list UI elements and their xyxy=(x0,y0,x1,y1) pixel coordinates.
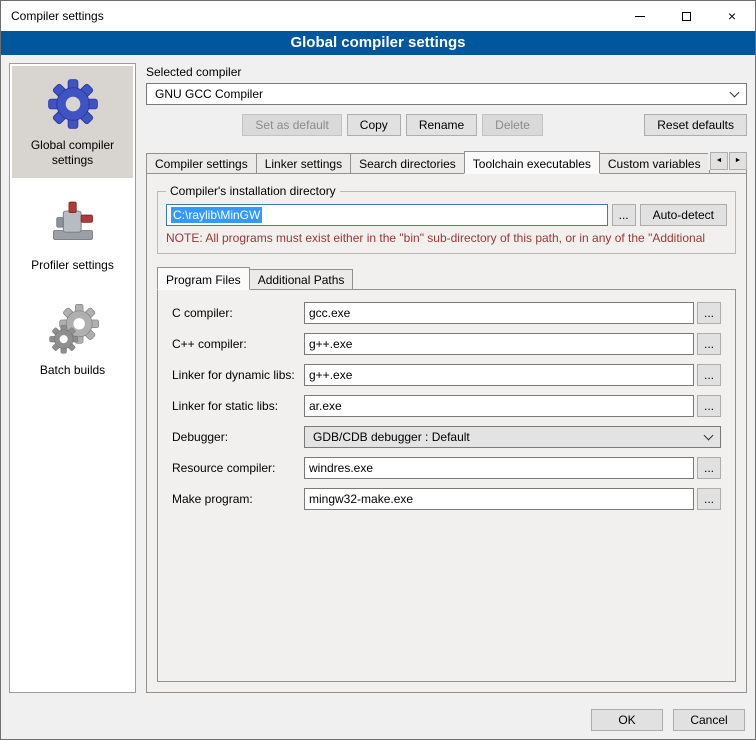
field-label: Linker for static libs: xyxy=(172,399,304,413)
browse-button[interactable]: ... xyxy=(697,302,721,324)
field-row-debugger: Debugger: GDB/CDB debugger : Default xyxy=(172,426,721,448)
cpp-compiler-input[interactable]: g++.exe xyxy=(304,333,694,355)
titlebar: Compiler settings × xyxy=(1,1,755,31)
compiler-select-value: GNU GCC Compiler xyxy=(155,87,263,101)
tab-search-directories[interactable]: Search directories xyxy=(350,153,465,173)
tab-additional-paths[interactable]: Additional Paths xyxy=(249,269,354,289)
field-row-cpp-compiler: C++ compiler: g++.exe ... xyxy=(172,333,721,355)
linker-dynamic-input[interactable]: g++.exe xyxy=(304,364,694,386)
settings-tabstrip: Compiler settings Linker settings Search… xyxy=(146,150,747,173)
toolchain-executables-panel: Compiler's installation directory C:\ray… xyxy=(146,173,747,693)
tab-scroll-right-icon[interactable]: ► xyxy=(729,152,747,170)
browse-button[interactable]: ... xyxy=(697,364,721,386)
maximize-button[interactable] xyxy=(663,1,709,31)
browse-button[interactable]: ... xyxy=(697,488,721,510)
gear-icon xyxy=(47,78,99,130)
field-label: Debugger: xyxy=(172,430,304,444)
batch-builds-icon xyxy=(47,303,99,355)
sidebar: Global compiler settings Profiler settin… xyxy=(9,63,136,693)
dialog-content: Global compiler settings Profiler settin… xyxy=(1,55,755,701)
reset-defaults-button[interactable]: Reset defaults xyxy=(644,114,747,136)
field-label: Linker for dynamic libs: xyxy=(172,368,304,382)
minimize-icon xyxy=(635,16,645,17)
make-program-input[interactable]: mingw32-make.exe xyxy=(304,488,694,510)
chevron-down-icon xyxy=(704,430,714,440)
delete-button[interactable]: Delete xyxy=(482,114,543,136)
sidebar-item-label: Profiler settings xyxy=(16,258,129,273)
c-compiler-input[interactable]: gcc.exe xyxy=(304,302,694,324)
field-row-c-compiler: C compiler: gcc.exe ... xyxy=(172,302,721,324)
chevron-down-icon xyxy=(730,87,740,97)
cancel-button[interactable]: Cancel xyxy=(673,709,745,731)
field-row-linker-static: Linker for static libs: ar.exe ... xyxy=(172,395,721,417)
profiler-icon xyxy=(47,198,99,250)
field-label: C++ compiler: xyxy=(172,337,304,351)
tab-toolchain-executables[interactable]: Toolchain executables xyxy=(464,151,600,174)
field-value: g++.exe xyxy=(309,337,352,351)
dialog-footer: OK Cancel xyxy=(1,701,755,739)
compiler-select[interactable]: GNU GCC Compiler xyxy=(146,83,747,105)
field-row-resource-compiler: Resource compiler: windres.exe ... xyxy=(172,457,721,479)
field-label: Make program: xyxy=(172,492,304,506)
resource-compiler-input[interactable]: windres.exe xyxy=(304,457,694,479)
program-tabstrip: Program Files Additional Paths xyxy=(157,266,736,289)
rename-button[interactable]: Rename xyxy=(406,114,477,136)
ok-button[interactable]: OK xyxy=(591,709,663,731)
tab-custom-variables[interactable]: Custom variables xyxy=(599,153,710,173)
field-value: mingw32-make.exe xyxy=(309,492,413,506)
browse-button[interactable]: ... xyxy=(697,333,721,355)
tab-scroll-left-icon[interactable]: ◄ xyxy=(710,152,728,170)
sidebar-item-profiler-settings[interactable]: Profiler settings xyxy=(12,186,133,283)
field-label: Resource compiler: xyxy=(172,461,304,475)
linker-static-input[interactable]: ar.exe xyxy=(304,395,694,417)
field-row-make-program: Make program: mingw32-make.exe ... xyxy=(172,488,721,510)
field-value: gcc.exe xyxy=(309,306,350,320)
install-dir-browse-button[interactable]: ... xyxy=(612,204,636,226)
browse-button[interactable]: ... xyxy=(697,395,721,417)
field-row-linker-dynamic: Linker for dynamic libs: g++.exe ... xyxy=(172,364,721,386)
tab-linker-settings[interactable]: Linker settings xyxy=(256,153,351,173)
selected-compiler-label: Selected compiler xyxy=(146,65,747,79)
sidebar-item-global-compiler-settings[interactable]: Global compiler settings xyxy=(12,66,133,178)
auto-detect-button[interactable]: Auto-detect xyxy=(640,204,727,226)
maximize-icon xyxy=(682,12,691,21)
installation-directory-label: Compiler's installation directory xyxy=(166,184,340,198)
tab-scroll-buttons: ◄ ► xyxy=(708,152,747,170)
window-title: Compiler settings xyxy=(11,9,104,23)
debugger-select-value: GDB/CDB debugger : Default xyxy=(313,430,470,444)
minimize-button[interactable] xyxy=(617,1,663,31)
debugger-select[interactable]: GDB/CDB debugger : Default xyxy=(304,426,721,448)
sidebar-item-label: Global compiler settings xyxy=(16,138,129,168)
tab-compiler-settings[interactable]: Compiler settings xyxy=(146,153,257,173)
field-label: C compiler: xyxy=(172,306,304,320)
window-controls: × xyxy=(617,1,755,31)
copy-button[interactable]: Copy xyxy=(347,114,401,136)
installation-directory-group: Compiler's installation directory C:\ray… xyxy=(157,184,736,254)
install-dir-input[interactable]: C:\raylib\MinGW xyxy=(166,204,608,226)
close-button[interactable]: × xyxy=(709,1,755,31)
compiler-buttons: Set as default Copy Rename Delete Reset … xyxy=(146,114,747,136)
browse-button[interactable]: ... xyxy=(697,457,721,479)
page-title: Global compiler settings xyxy=(1,31,755,55)
install-dir-selected-text: C:\raylib\MinGW xyxy=(171,207,262,223)
field-value: windres.exe xyxy=(309,461,373,475)
installation-directory-row: C:\raylib\MinGW ... Auto-detect xyxy=(166,204,727,226)
tab-program-files[interactable]: Program Files xyxy=(157,267,250,290)
main-panel: Selected compiler GNU GCC Compiler Set a… xyxy=(146,63,747,693)
sidebar-item-label: Batch builds xyxy=(16,363,129,378)
program-files-panel: C compiler: gcc.exe ... C++ compiler: g+… xyxy=(157,289,736,682)
close-icon: × xyxy=(728,9,736,23)
field-value: ar.exe xyxy=(309,399,342,413)
compiler-settings-window: Compiler settings × Global compiler sett… xyxy=(0,0,756,740)
sidebar-item-batch-builds[interactable]: Batch builds xyxy=(12,291,133,388)
field-value: g++.exe xyxy=(309,368,352,382)
install-note: NOTE: All programs must exist either in … xyxy=(166,231,727,245)
set-as-default-button[interactable]: Set as default xyxy=(242,114,341,136)
